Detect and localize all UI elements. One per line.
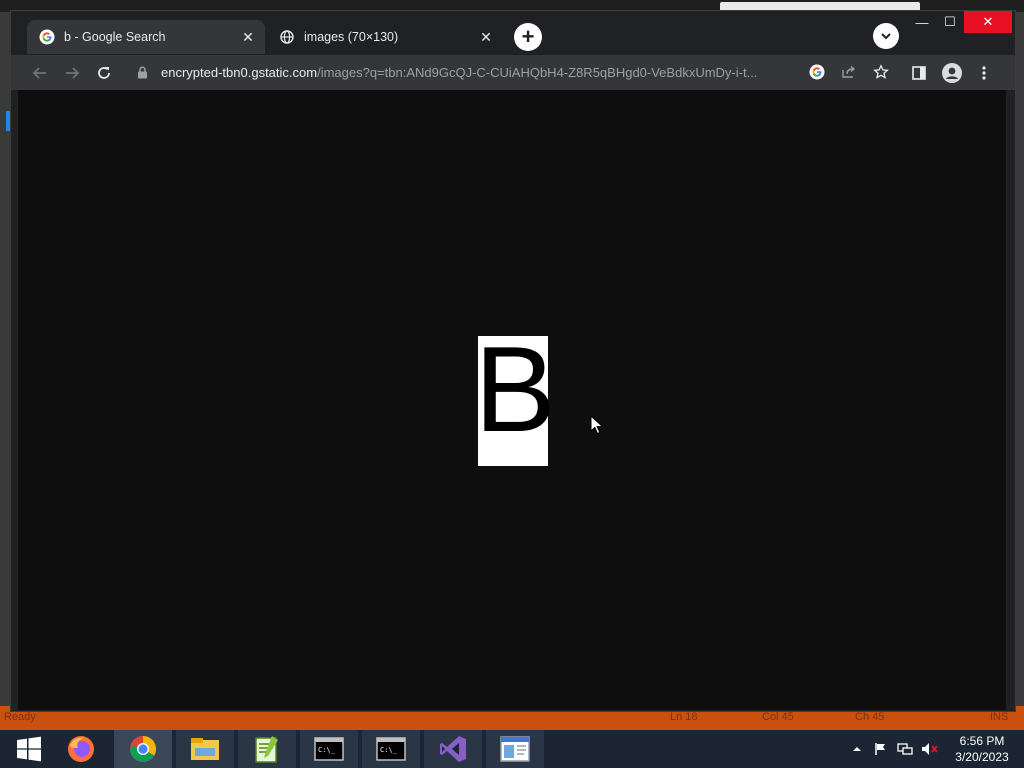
kebab-menu-icon xyxy=(982,66,986,80)
taskbar: C:\_ C:\_ 6:56 PM 3/20/2023 xyxy=(0,730,1024,768)
reload-icon xyxy=(98,67,110,79)
new-tab-button[interactable]: + xyxy=(514,23,542,51)
tab-search-button[interactable] xyxy=(873,23,899,49)
app-window-icon xyxy=(500,736,530,762)
share-icon xyxy=(842,65,856,78)
volume-tray-button[interactable] xyxy=(919,730,941,768)
share-button[interactable] xyxy=(836,59,862,85)
chevron-down-icon xyxy=(881,33,891,40)
arrow-left-icon xyxy=(32,67,46,79)
taskbar-visual-studio[interactable] xyxy=(424,730,482,768)
tab-google-search[interactable]: b - Google Search ✕ xyxy=(27,20,265,54)
plus-icon: + xyxy=(521,24,535,49)
google-lens-button[interactable] xyxy=(804,59,830,85)
flag-icon xyxy=(875,743,885,755)
lock-icon[interactable] xyxy=(137,66,153,79)
minimize-button[interactable]: — xyxy=(907,11,937,33)
action-center-flag[interactable] xyxy=(871,730,891,768)
system-clock[interactable]: 6:56 PM 3/20/2023 xyxy=(944,733,1020,765)
taskbar-cmd-2[interactable]: C:\_ xyxy=(362,730,420,768)
status-ch: Ch 45 xyxy=(855,711,885,723)
maximize-button[interactable]: ☐ xyxy=(935,11,965,33)
tab-strip: b - Google Search ✕ images (70×130) ✕ + … xyxy=(11,11,1015,55)
file-explorer-icon xyxy=(191,738,219,760)
displayed-image[interactable]: B xyxy=(474,328,556,466)
close-icon[interactable]: ✕ xyxy=(239,28,257,46)
clock-time: 6:56 PM xyxy=(959,734,1005,748)
chrome-icon xyxy=(129,735,157,763)
tab-image[interactable]: images (70×130) ✕ xyxy=(267,20,503,54)
status-line: Ln 18 xyxy=(670,711,698,723)
url-host: encrypted-tbn0.gstatic.com xyxy=(161,64,318,80)
menu-button[interactable] xyxy=(971,60,997,86)
taskbar-chrome[interactable] xyxy=(114,730,172,768)
start-button[interactable] xyxy=(0,730,58,768)
google-g-icon xyxy=(39,29,55,45)
tab-title: images (70×130) xyxy=(304,30,399,44)
notepad-plus-plus-icon xyxy=(255,736,278,763)
address-bar[interactable]: encrypted-tbn0.gstatic.com/images?q=tbn:… xyxy=(127,58,894,86)
minimize-icon: — xyxy=(915,14,929,30)
cmd-icon: C:\_ xyxy=(376,737,406,761)
status-ready: Ready xyxy=(4,711,36,723)
status-ins: INS xyxy=(990,711,1009,723)
firefox-icon xyxy=(68,736,94,762)
svg-text:C:\_: C:\_ xyxy=(380,746,398,754)
reload-button[interactable] xyxy=(91,60,117,86)
close-window-button[interactable]: ✕ xyxy=(964,11,1012,33)
network-icon xyxy=(897,743,913,755)
side-panel-icon xyxy=(912,66,926,80)
show-hidden-icons-button[interactable] xyxy=(848,730,866,768)
visual-studio-icon xyxy=(440,736,466,762)
status-col: Col 45 xyxy=(762,711,794,723)
close-icon[interactable]: ✕ xyxy=(477,28,495,46)
url-text[interactable]: encrypted-tbn0.gstatic.com/images?q=tbn:… xyxy=(161,65,798,80)
cmd-icon: C:\_ xyxy=(314,737,344,761)
taskbar-file-explorer[interactable] xyxy=(176,730,234,768)
page-viewport: B xyxy=(18,90,1006,710)
globe-icon xyxy=(279,29,295,45)
bookmark-button[interactable] xyxy=(868,59,894,85)
windows-logo-icon xyxy=(17,736,41,762)
google-g-icon xyxy=(809,64,825,80)
arrow-right-icon xyxy=(66,67,80,79)
mouse-cursor-icon xyxy=(590,415,604,435)
volume-muted-icon xyxy=(922,743,938,755)
maximize-icon: ☐ xyxy=(944,14,956,29)
taskbar-notepad-plus-plus[interactable] xyxy=(238,730,296,768)
browser-toolbar: encrypted-tbn0.gstatic.com/images?q=tbn:… xyxy=(11,55,1015,90)
close-icon: ✕ xyxy=(982,14,994,29)
url-path: /images?q=tbn:ANd9GcQJ-C-CUiAHQbH4-Z8R5q… xyxy=(317,64,758,80)
image-letter: B xyxy=(474,321,555,457)
star-icon xyxy=(873,64,889,79)
back-button[interactable] xyxy=(27,60,53,86)
tab-title: b - Google Search xyxy=(64,30,166,44)
side-panel-button[interactable] xyxy=(906,60,932,86)
taskbar-cmd-1[interactable]: C:\_ xyxy=(300,730,358,768)
browser-window: b - Google Search ✕ images (70×130) ✕ + … xyxy=(10,10,1016,712)
forward-button[interactable] xyxy=(59,60,85,86)
clock-date: 3/20/2023 xyxy=(955,750,1009,764)
svg-text:C:\_: C:\_ xyxy=(318,746,336,754)
taskbar-app-window[interactable] xyxy=(486,730,544,768)
profile-button[interactable] xyxy=(939,60,965,86)
taskbar-firefox[interactable] xyxy=(52,730,110,768)
chevron-up-icon xyxy=(853,747,861,751)
avatar-icon xyxy=(942,63,962,83)
network-tray-button[interactable] xyxy=(895,730,915,768)
